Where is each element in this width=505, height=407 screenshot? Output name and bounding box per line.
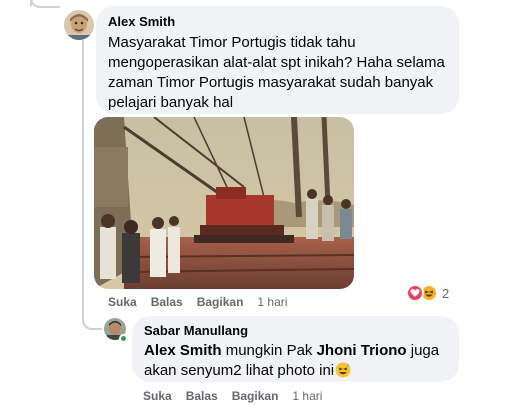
reaction-count: 2 xyxy=(442,285,450,301)
online-status-dot xyxy=(119,334,128,343)
comment-text-line: zaman Timor Portugis masyarakat sudah ba… xyxy=(108,74,434,91)
comment-actions-alex-smith: Suka Balas Bagikan 1 hari xyxy=(108,295,287,309)
comment-text-line: Masyarakat Timor Portugis tidak tahu xyxy=(108,34,356,51)
comment-text-line: akan senyum2 lihat photo ini xyxy=(144,361,447,384)
like-button[interactable]: Suka xyxy=(108,295,137,309)
like-button[interactable]: Suka xyxy=(143,389,172,403)
comment-text-line: pelajari banyak hal xyxy=(108,94,234,111)
comment-text-line: Alex Smith mungkin Pak Jhoni Triono juga xyxy=(144,341,447,361)
comment-text-line: mengoperasikan alat-alat spt inikah? Hah… xyxy=(108,54,445,71)
comment-timestamp[interactable]: 1 hari xyxy=(292,389,322,403)
comment-text-fragment: mungkin Pak xyxy=(221,342,317,359)
comment-actions-sabar-manullang: Suka Balas Bagikan 1 hari xyxy=(143,389,322,403)
heart-icon xyxy=(406,284,424,302)
thread-connector-top xyxy=(30,0,60,8)
grinning-sweat-emoji-icon xyxy=(335,362,351,384)
comment-text-fragment: juga xyxy=(406,342,440,359)
reaction-summary[interactable]: 2 xyxy=(406,284,449,302)
reply-button[interactable]: Balas xyxy=(186,389,218,403)
comment-bubble-sabar-manullang: Sabar Manullang Alex Smith mungkin Pak J… xyxy=(132,316,459,382)
reply-button[interactable]: Balas xyxy=(151,295,183,309)
mention-tag[interactable]: Alex Smith xyxy=(144,342,222,359)
thread-connector-reply xyxy=(82,306,102,330)
comment-timestamp[interactable]: 1 hari xyxy=(257,295,287,309)
comment-attached-photo[interactable] xyxy=(94,117,354,289)
mention-tag[interactable]: Jhoni Triono xyxy=(317,342,407,359)
comment-bubble-alex-smith: Alex Smith Masyarakat Timor Portugis tid… xyxy=(96,6,459,114)
avatar-alex-smith[interactable] xyxy=(64,10,94,40)
share-button[interactable]: Bagikan xyxy=(197,295,244,309)
comment-author[interactable]: Sabar Manullang xyxy=(144,323,447,338)
thread-line-main xyxy=(82,40,84,310)
share-button[interactable]: Bagikan xyxy=(232,389,279,403)
comment-author[interactable]: Alex Smith xyxy=(108,14,447,29)
